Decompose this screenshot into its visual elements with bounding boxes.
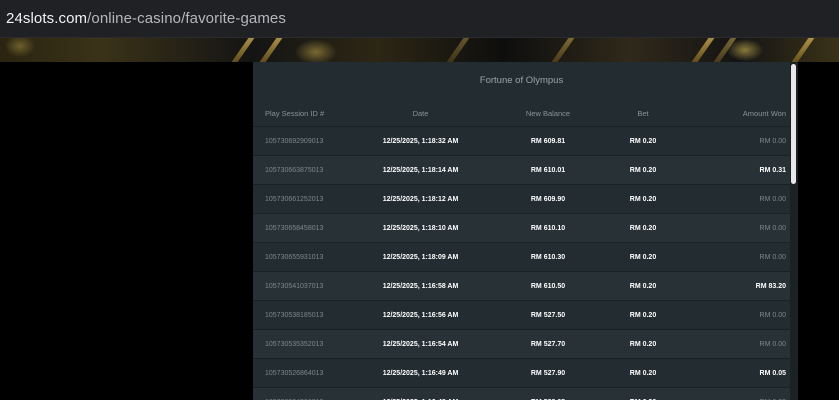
session-id-cell: 105730535352013 xyxy=(265,340,324,348)
amount-won-cell: RM 0.05 xyxy=(759,369,786,377)
balance-cell: RM 609.90 xyxy=(530,195,566,203)
table-row: 105730692909013 12/25/2025, 1:18:32 AM RM … xyxy=(253,126,790,155)
amount-won-cell: RM 0.31 xyxy=(759,166,786,174)
amount-won-cell: RM 0.00 xyxy=(759,137,786,145)
table-body: 105730692909013 12/25/2025, 1:18:32 AM RM … xyxy=(253,126,790,400)
balance-cell: RM 609.81 xyxy=(530,137,566,145)
balance-cell: RM 527.70 xyxy=(530,340,566,348)
date-cell: 12/25/2025, 1:18:32 AM xyxy=(382,137,459,145)
col-session-id: Play Session ID # xyxy=(265,108,325,118)
balance-cell: RM 610.01 xyxy=(530,166,566,174)
site-banner xyxy=(0,38,839,62)
date-cell: 12/25/2025, 1:18:12 AM xyxy=(382,195,459,203)
date-cell: 12/25/2025, 1:18:09 AM xyxy=(382,253,459,261)
balance-cell: RM 527.50 xyxy=(530,311,566,319)
bet-cell: RM 0.20 xyxy=(629,253,657,261)
scrollbar-thumb[interactable] xyxy=(791,64,796,184)
balance-cell: RM 527.90 xyxy=(530,369,566,377)
date-cell: 12/25/2025, 1:18:14 AM xyxy=(382,166,459,174)
panel-title: Fortune of Olympus xyxy=(479,75,564,86)
url-domain: 24slots.com xyxy=(6,10,88,27)
bet-cell: RM 0.20 xyxy=(629,340,657,348)
bet-cell: RM 0.20 xyxy=(629,224,657,232)
table-header: Play Session ID # Date New Balance Bet A… xyxy=(253,100,790,126)
table-row: 10573052428601312/25/2025, 1:16:48 AMRM … xyxy=(253,387,790,400)
date-cell: 12/25/2025, 1:16:58 AM xyxy=(382,282,459,290)
session-id-cell: 105730526864013 xyxy=(265,369,324,377)
bet-cell: RM 0.20 xyxy=(629,282,657,290)
col-bet: Bet xyxy=(637,108,649,118)
bet-cell: RM 0.20 xyxy=(629,166,657,174)
date-cell: 12/25/2025, 1:16:49 AM xyxy=(382,369,459,377)
balance-cell: RM 610.50 xyxy=(530,282,566,290)
amount-won-cell: RM 0.00 xyxy=(759,195,786,203)
url-path: /online-casino/favorite-games xyxy=(87,10,286,27)
session-id-cell: 105730541037013 xyxy=(265,282,324,290)
amount-won-cell: RM 0.00 xyxy=(759,253,786,261)
date-cell: 12/25/2025, 1:18:10 AM xyxy=(382,224,459,232)
session-id-cell: 105730658458013 xyxy=(265,224,324,232)
table-row: 105730661252013 12/25/2025, 1:18:12 AM RM … xyxy=(253,184,790,213)
table-row: 105730658458013 12/25/2025, 1:18:10 AM RM … xyxy=(253,213,790,242)
session-id-cell: 105730663875013 xyxy=(265,166,324,174)
table-row: 105730655931013 12/25/2025, 1:18:09 AM RM … xyxy=(253,242,790,271)
table-row: 105730535352013 12/25/2025, 1:16:54 AM RM … xyxy=(253,329,790,358)
dark-backdrop-left xyxy=(0,62,253,400)
col-new-balance: New Balance xyxy=(525,108,571,118)
session-id-cell: 105730538185013 xyxy=(265,311,324,319)
date-cell: 12/25/2025, 1:16:56 AM xyxy=(382,311,459,319)
date-cell: 12/25/2025, 1:16:54 AM xyxy=(382,340,459,348)
table-row: 105730541037013 12/25/2025, 1:16:58 AM RM … xyxy=(253,271,790,300)
table-row: 105730538185013 12/25/2025, 1:16:56 AM RM … xyxy=(253,300,790,329)
address-bar[interactable]: 24slots.com/online-casino/favorite-games xyxy=(0,0,839,38)
url-text[interactable]: 24slots.com/online-casino/favorite-games xyxy=(0,10,286,27)
table-row: 105730663875013 12/25/2025, 1:18:14 AM RM … xyxy=(253,155,790,184)
balance-cell: RM 610.10 xyxy=(530,224,566,232)
amount-won-cell: RM 0.00 xyxy=(759,340,786,348)
session-id-cell: 105730655931013 xyxy=(265,253,324,261)
session-id-cell: 105730692909013 xyxy=(265,137,324,145)
bet-cell: RM 0.20 xyxy=(629,311,657,319)
amount-won-cell: RM 0.00 xyxy=(759,311,786,319)
game-history-panel: Fortune of Olympus Play Session ID # Dat… xyxy=(253,62,790,400)
bet-cell: RM 0.20 xyxy=(629,137,657,145)
balance-cell: RM 610.30 xyxy=(530,253,566,261)
col-date: Date xyxy=(412,108,429,118)
table-row: 105730526864013 12/25/2025, 1:16:49 AM RM … xyxy=(253,358,790,387)
amount-won-cell: RM 0.00 xyxy=(759,224,786,232)
bet-cell: RM 0.20 xyxy=(629,369,657,377)
dark-backdrop-right xyxy=(798,62,839,400)
col-amount-won: Amount Won xyxy=(742,108,786,118)
session-id-cell: 105730661252013 xyxy=(265,195,324,203)
amount-won-cell: RM 83.20 xyxy=(755,282,786,290)
bet-cell: RM 0.20 xyxy=(629,195,657,203)
